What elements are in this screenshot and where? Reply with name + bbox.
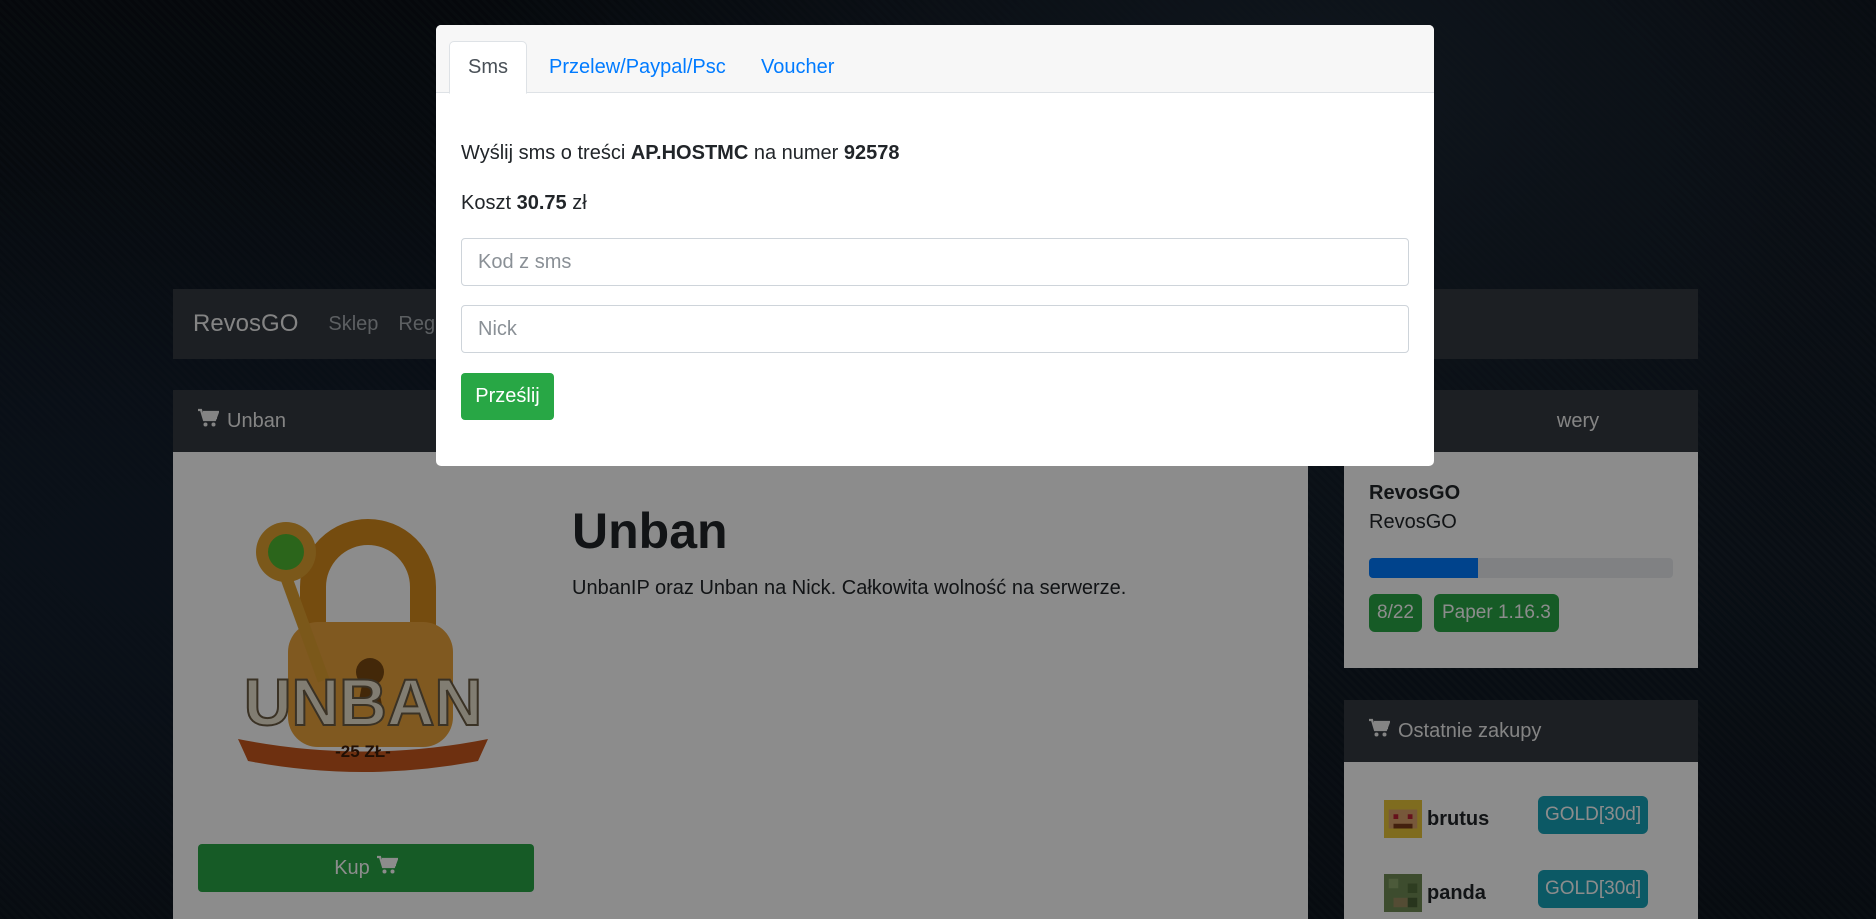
submit-button[interactable]: Prześlij — [461, 373, 554, 420]
cost-prefix: Koszt — [461, 192, 512, 214]
tab-przelew-paypal-psc[interactable]: Przelew/Paypal/Psc — [531, 41, 744, 94]
sms-code-input[interactable] — [461, 238, 1409, 286]
payment-tabs: Sms Przelew/Paypal/Psc Voucher — [436, 25, 1434, 94]
sms-instruction: Wyślij sms o treści AP.HOSTMC na numer 9… — [461, 142, 900, 165]
tab-sms[interactable]: Sms — [449, 41, 527, 94]
cost-value: 30.75 — [516, 192, 567, 214]
sms-instruction-prefix: Wyślij sms o treści — [461, 142, 626, 164]
sms-number: 92578 — [843, 142, 900, 164]
payment-modal: Sms Przelew/Paypal/Psc Voucher Wyślij sm… — [436, 25, 1434, 466]
tab-voucher[interactable]: Voucher — [743, 41, 852, 94]
cost-line: Koszt 30.75 zł — [461, 192, 587, 215]
cost-suffix: zł — [572, 192, 587, 214]
sms-instruction-middle: na numer — [753, 142, 839, 164]
nick-input[interactable] — [461, 305, 1409, 353]
sms-code: AP.HOSTMC — [630, 142, 749, 164]
